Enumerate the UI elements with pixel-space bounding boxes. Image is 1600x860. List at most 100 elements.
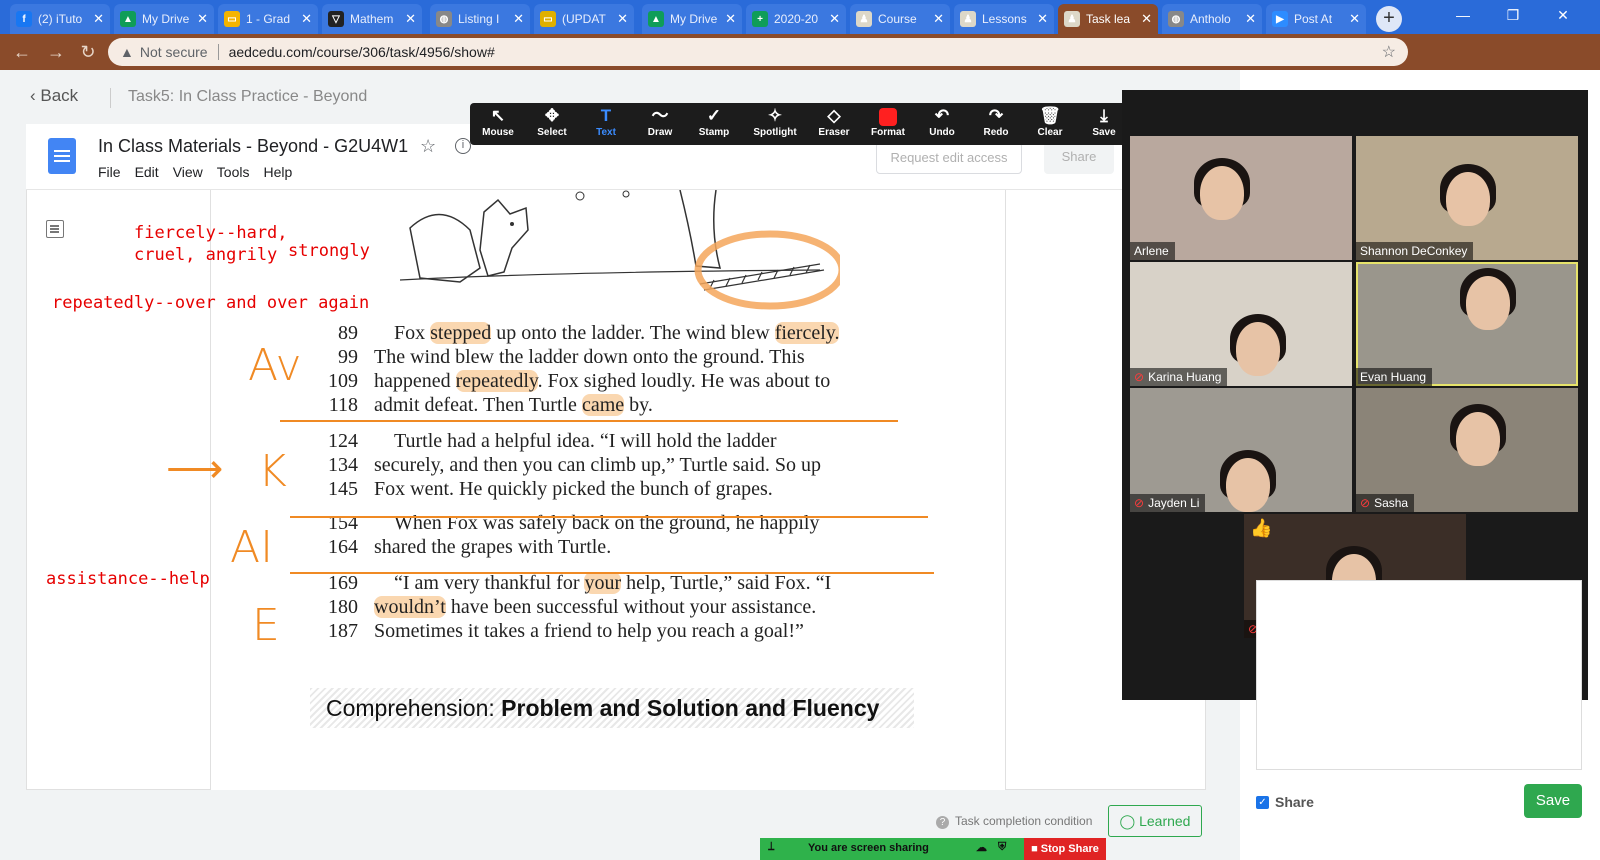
browser-tab[interactable]: f (2) iTuto ✕ — [10, 4, 110, 34]
browser-tab[interactable]: ▲ My Drive ✕ — [114, 4, 214, 34]
line-word-count: 187 — [328, 620, 358, 642]
info-icon[interactable]: i — [455, 138, 471, 154]
tool-stamp-button[interactable]: ✓ Stamp — [686, 103, 742, 145]
passage-line: 109 happened repeatedly. Fox sighed loudl… — [316, 370, 830, 393]
browser-tab[interactable]: ♟ Lessons ✕ — [954, 4, 1054, 34]
tab-close-icon[interactable]: ✕ — [301, 11, 312, 27]
passage-text: “I am very thankful for your help, Turtl… — [394, 572, 832, 594]
back-arrow-icon[interactable]: ← — [10, 40, 34, 64]
comprehension-topic: Problem and Solution and Fluency — [501, 695, 880, 721]
tool-select-button[interactable]: ✥ Select — [524, 103, 580, 145]
browser-tab[interactable]: ◍ Antholo ✕ — [1162, 4, 1262, 34]
screen-sharing-bar: ⟘ You are screen sharing ☁ ⛨ ■ Stop Shar… — [760, 838, 1106, 860]
tab-close-icon[interactable]: ✕ — [933, 11, 944, 27]
reload-icon[interactable]: ↻ — [76, 40, 100, 64]
screen-sharing-label: You are screen sharing — [808, 842, 929, 854]
participant-tile[interactable]: Evan Huang — [1356, 262, 1578, 386]
star-icon[interactable]: ☆ — [420, 136, 436, 157]
tab-favicon-icon: ▽ — [328, 11, 344, 27]
tab-close-icon[interactable]: ✕ — [513, 11, 524, 27]
tool-undo-button[interactable]: ↶ Undo — [914, 103, 970, 145]
passage-line: 134 securely, and then you can climb up,”… — [316, 454, 821, 477]
task-completion-condition[interactable]: ? Task completion condition — [936, 814, 1092, 829]
tab-favicon-icon: ▭ — [540, 11, 556, 27]
learned-button[interactable]: ◯ Learned — [1108, 805, 1202, 837]
tab-close-icon[interactable]: ✕ — [1245, 11, 1256, 27]
highlighted-word: fiercely. — [774, 322, 840, 344]
tab-close-icon[interactable]: ✕ — [1037, 11, 1048, 27]
browser-tab[interactable]: +2020-20 ✕ — [746, 4, 846, 34]
participant-tile[interactable]: ⊘ Sasha — [1356, 388, 1578, 512]
tool-label: Format — [871, 127, 905, 138]
browser-tab[interactable]: ▶ Post At ✕ — [1266, 4, 1366, 34]
zoom-annotation-toolbar: ↖ Mouse ✥ Select T Text 〜 Draw ✓ Stamp ✧ Spotlight ◇… — [470, 103, 1178, 145]
participant-tile[interactable]: ⊘ Jayden Li — [1130, 388, 1352, 512]
tab-close-icon[interactable]: ✕ — [829, 11, 840, 27]
participant-tile[interactable]: Shannon DeConkey — [1356, 136, 1578, 260]
tab-favicon-icon: f — [16, 11, 32, 27]
restore-icon[interactable]: ❐ — [1490, 0, 1536, 30]
passage-text: Fox stepped up onto the ladder. The wind… — [394, 322, 840, 344]
document-title: In Class Materials - Beyond - G2U4W1 — [98, 136, 409, 156]
tool-clear-button[interactable]: 🗑 Clear — [1022, 103, 1078, 145]
header-divider — [110, 88, 111, 108]
tab-favicon-icon: ♟ — [960, 11, 976, 27]
browser-tab[interactable]: ♟ Course ✕ — [850, 4, 950, 34]
tab-close-icon[interactable]: ✕ — [725, 11, 736, 27]
url-input[interactable]: ▲ Not secure aedcedu.com/course/306/task… — [108, 38, 1408, 66]
drag-handle-icon[interactable]: ⟘ — [768, 841, 775, 854]
line-word-count: 169 — [328, 572, 358, 594]
passage-line: 118 admit defeat. Then Turtle came by. — [316, 394, 653, 417]
tool-text-button[interactable]: T Text — [578, 103, 634, 145]
tab-close-icon[interactable]: ✕ — [405, 11, 416, 27]
tab-close-icon[interactable]: ✕ — [1349, 11, 1360, 27]
stop-share-button[interactable]: ■ Stop Share — [1024, 838, 1106, 860]
tab-close-icon[interactable]: ✕ — [197, 11, 208, 27]
browser-tab[interactable]: ▭ (UPDAT ✕ — [534, 4, 634, 34]
tool-redo-button[interactable]: ↷ Redo — [968, 103, 1024, 145]
doc-share-button[interactable]: Share — [1044, 142, 1114, 174]
bookmark-star-icon[interactable]: ☆ — [1382, 42, 1396, 62]
share-checkbox[interactable]: ✓ — [1256, 796, 1269, 809]
participant-name: Arlene — [1134, 244, 1169, 258]
tab-close-icon[interactable]: ✕ — [93, 11, 104, 27]
redo-icon: ↷ — [988, 106, 1004, 125]
menu-tools[interactable]: Tools — [217, 164, 250, 180]
tool-eraser-button[interactable]: ◇ Eraser — [806, 103, 862, 145]
browser-tab[interactable]: ▲ My Drive ✕ — [642, 4, 742, 34]
tab-favicon-icon: ♟ — [1064, 11, 1080, 27]
new-tab-button[interactable]: + — [1376, 6, 1402, 32]
request-edit-access-button[interactable]: Request edit access — [876, 142, 1022, 174]
tool-label: Select — [537, 127, 567, 138]
omnibox-divider — [217, 44, 219, 60]
back-link[interactable]: ‹ Back — [30, 86, 78, 106]
tool-mouse-button[interactable]: ↖ Mouse — [470, 103, 526, 145]
document-outline-icon[interactable] — [46, 220, 64, 238]
tool-draw-button[interactable]: 〜 Draw — [632, 103, 688, 145]
tool-format-button[interactable]: Format — [860, 103, 916, 145]
tab-close-icon[interactable]: ✕ — [617, 11, 628, 27]
tab-favicon-icon: ▲ — [120, 11, 136, 27]
browser-tab[interactable]: ▭ 1 - Grad ✕ — [218, 4, 318, 34]
menu-help[interactable]: Help — [263, 164, 292, 180]
forward-arrow-icon[interactable]: → — [44, 40, 68, 64]
save-button[interactable]: Save — [1524, 784, 1582, 818]
browser-tab[interactable]: ▽ Mathem ✕ — [322, 4, 422, 34]
tool-label: Mouse — [482, 127, 514, 138]
question-icon: ? — [936, 816, 949, 829]
close-window-icon[interactable]: ✕ — [1540, 0, 1586, 30]
format-icon — [860, 103, 916, 127]
tool-spotlight-button[interactable]: ✧ Spotlight — [740, 103, 810, 145]
participant-name-tag: ⊘ Sasha — [1356, 494, 1415, 512]
participant-tile[interactable]: Arlene — [1130, 136, 1352, 260]
browser-tab[interactable]: ♟ Task lea ✕ — [1058, 4, 1158, 34]
minimize-icon[interactable]: — — [1440, 0, 1486, 30]
menu-view[interactable]: View — [173, 164, 203, 180]
browser-tab[interactable]: ◍ Listing I ✕ — [430, 4, 530, 34]
tool-label: Draw — [647, 127, 673, 138]
participant-tile[interactable]: ⊘ Karina Huang — [1130, 262, 1352, 386]
notes-textarea[interactable] — [1256, 580, 1582, 770]
tab-close-icon[interactable]: ✕ — [1141, 11, 1152, 27]
menu-edit[interactable]: Edit — [135, 164, 159, 180]
menu-file[interactable]: File — [98, 164, 121, 180]
